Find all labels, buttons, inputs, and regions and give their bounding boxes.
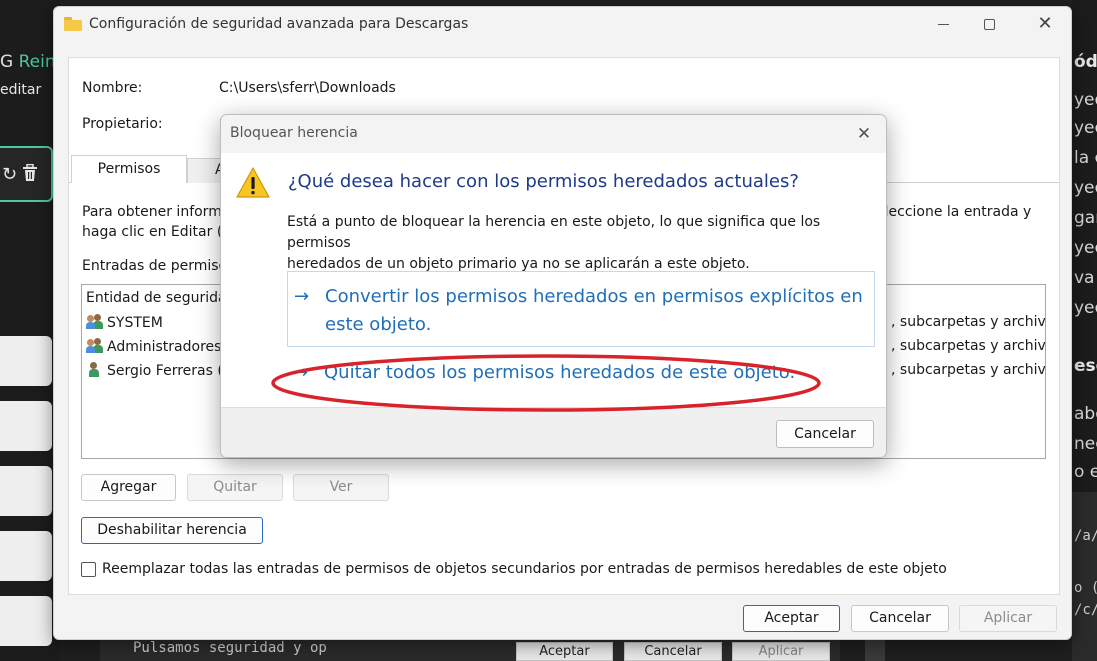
background-code-text: Pulsamos seguridad y op — [133, 640, 327, 656]
minimize-button[interactable] — [920, 7, 966, 41]
group-icon — [86, 338, 104, 354]
refresh-icon: ↻ — [2, 164, 18, 185]
instructions-text-2: haga clic en Editar (si — [82, 224, 234, 240]
group-icon — [86, 314, 104, 330]
background-text-line: yeo — [1074, 90, 1097, 110]
red-highlight-ellipse — [271, 354, 821, 412]
background-text-line: la c — [1074, 148, 1097, 168]
background-text-line: yec — [1074, 118, 1097, 138]
owner-label: Propietario: — [82, 116, 163, 132]
replace-child-permissions-checkbox[interactable] — [81, 562, 96, 577]
background-text-line: yec — [1074, 238, 1097, 258]
table-row[interactable]: Sergio Ferreras (s — [86, 362, 230, 384]
background-edit-label: editar — [0, 82, 42, 98]
cancel-button[interactable]: Cancelar — [851, 605, 949, 632]
minimize-icon — [937, 24, 949, 25]
maximize-button[interactable] — [966, 7, 1012, 41]
background-text-line: abe — [1074, 404, 1097, 424]
close-icon: ✕ — [856, 124, 872, 144]
background-pill — [0, 531, 52, 581]
remove-button[interactable]: Quitar — [187, 474, 283, 501]
dialog-footer: Cancelar — [221, 407, 886, 457]
close-button[interactable]: ✕ — [1022, 7, 1068, 41]
background-text-line: gar — [1074, 208, 1097, 228]
background-scrollbar — [865, 640, 885, 661]
applies-to-cell: , subcarpetas y archiv... — [891, 338, 1046, 354]
applies-to-cell: , subcarpetas y archiv... — [891, 314, 1046, 330]
ok-button[interactable]: Aceptar — [743, 605, 840, 632]
entries-label: Entradas de permiso: — [82, 258, 232, 274]
arrow-right-icon: → — [294, 286, 310, 307]
background-text-line: nec — [1074, 434, 1097, 454]
trash-icon — [22, 163, 38, 187]
name-value: C:\Users\sferr\Downloads — [219, 80, 396, 96]
background-apply-button: Aplicar — [732, 642, 830, 661]
dialog-close-button[interactable]: ✕ — [849, 119, 879, 149]
column-header-principal[interactable]: Entidad de segurida — [86, 290, 227, 312]
background-cancel-button: Cancelar — [624, 642, 722, 661]
background-heading: esd — [1074, 356, 1097, 376]
background-text-line: o e — [1074, 462, 1097, 482]
background-app-left: G Reini editar ↻ — [0, 0, 60, 661]
background-toolbar-box: ↻ — [0, 146, 53, 202]
background-window-bottom: Pulsamos seguridad y op Aceptar Cancelar… — [100, 640, 840, 661]
background-pill — [0, 596, 52, 646]
maximize-icon — [983, 19, 995, 30]
background-text-line: yec — [1074, 298, 1097, 318]
user-icon — [86, 362, 104, 378]
instructions-text-right: eleccione la entrada y — [876, 204, 1032, 220]
background-text-line: ódi — [1074, 52, 1097, 72]
dialog-title: Bloquear herencia — [230, 125, 358, 141]
background-pill — [0, 336, 52, 386]
replace-child-permissions-label: Reemplazar todas las entradas de permiso… — [102, 561, 947, 577]
background-pill — [0, 466, 52, 516]
background-code-block: /a/ o ( /c/ — [1072, 492, 1097, 661]
apply-button[interactable]: Aplicar — [959, 605, 1057, 632]
close-icon: ✕ — [1037, 13, 1053, 34]
add-button[interactable]: Agregar — [81, 474, 176, 501]
background-text-line: va t — [1074, 268, 1097, 288]
background-pill — [0, 401, 52, 451]
background-reload-label: G Reini — [0, 52, 61, 72]
dialog-heading: ¿Qué desea hacer con los permisos hereda… — [288, 171, 799, 192]
dialog-title-bar[interactable]: Bloquear herencia ✕ — [221, 115, 886, 153]
tab-permisos[interactable]: Permisos — [71, 155, 187, 183]
view-button[interactable]: Ver — [293, 474, 389, 501]
background-code-line: /a/ — [1074, 528, 1097, 544]
table-row[interactable]: SYSTEM — [86, 314, 163, 336]
window-title: Configuración de seguridad avanzada para… — [89, 16, 469, 32]
background-app-right: ódi yeo yec la c yec gar yec va t yec es… — [1072, 0, 1097, 661]
table-row[interactable]: Administradores — [86, 338, 221, 360]
folder-icon — [64, 17, 82, 31]
dialog-cancel-button[interactable]: Cancelar — [776, 420, 874, 448]
applies-to-cell: , subcarpetas y archiv... — [891, 362, 1046, 378]
dialog-body-text: Está a punto de bloquear la herencia en … — [287, 214, 821, 272]
warning-icon — [235, 166, 271, 200]
background-ok-button: Aceptar — [516, 642, 613, 661]
disable-inheritance-button[interactable]: Deshabilitar herencia — [81, 517, 263, 544]
window-title-bar[interactable]: Configuración de seguridad avanzada para… — [54, 7, 1071, 41]
background-code-line: /c/ — [1074, 602, 1097, 618]
convert-inherited-permissions-link[interactable]: → Convertir los permisos heredados en pe… — [287, 271, 875, 347]
name-label: Nombre: — [82, 80, 143, 96]
background-code-line: o ( — [1074, 580, 1097, 596]
background-text-line: yec — [1074, 178, 1097, 198]
instructions-text-1: Para obtener informa — [82, 204, 231, 220]
